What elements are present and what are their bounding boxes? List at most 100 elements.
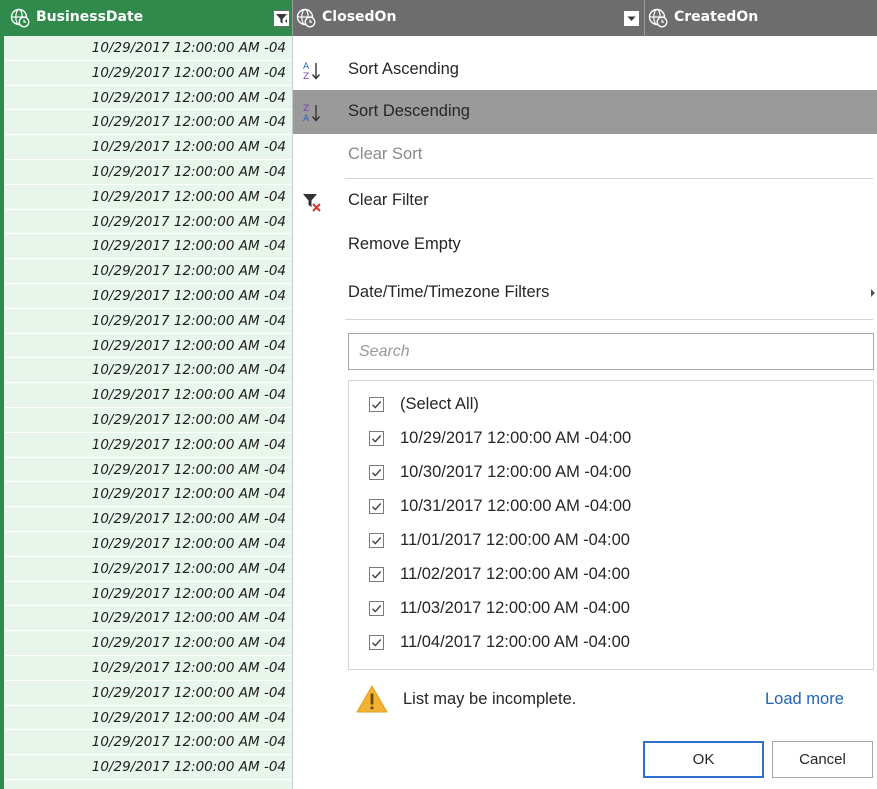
svg-text:A: A: [303, 114, 310, 124]
checkbox[interactable]: [369, 397, 384, 412]
businessdate-column-cells: 10/29/2017 12:00:00 AM -04 10/29/2017 12…: [0, 36, 293, 789]
incomplete-list-warning: List may be incomplete.: [403, 690, 577, 708]
table-cell[interactable]: 10/29/2017 12:00:00 AM -04: [4, 86, 292, 111]
checkmark-icon: [371, 638, 382, 647]
clear-filter-icon: [303, 194, 321, 212]
checkbox[interactable]: [369, 635, 384, 650]
sort-ascending-item[interactable]: A Z Sort Ascending: [293, 48, 877, 92]
table-cell[interactable]: 10/29/2017 12:00:00 AM -04: [4, 606, 292, 632]
column-header-label: ClosedOn: [322, 9, 397, 25]
chevron-down-icon: [627, 16, 636, 21]
table-cell[interactable]: 10/29/2017 12:00:00 AM -04: [4, 234, 292, 260]
sort-descending-item[interactable]: Z A Sort Descending: [293, 90, 877, 134]
table-cell[interactable]: 10/29/2017 12:00:00 AM -04: [4, 135, 292, 160]
table-cell[interactable]: 10/29/2017 12:00:00 AM -04: [4, 358, 292, 384]
menu-item-label: Sort Descending: [348, 102, 470, 120]
menu-item-label: Clear Sort: [348, 145, 423, 163]
checklist-item-label: 10/30/2017 12:00:00 AM -04:00: [400, 463, 632, 481]
menu-item-label: Remove Empty: [348, 235, 461, 253]
checklist-item[interactable]: (Select All): [349, 387, 873, 421]
checkmark-icon: [371, 570, 382, 579]
remove-empty-item[interactable]: Remove Empty: [293, 223, 877, 267]
table-cell[interactable]: 10/29/2017 12:00:00 AM -04: [4, 185, 292, 210]
load-more-link[interactable]: Load more: [765, 690, 844, 709]
table-cell[interactable]: 10/29/2017 12:00:00 AM -04: [4, 631, 292, 656]
checklist-item[interactable]: 11/02/2017 12:00:00 AM -04:00: [349, 557, 873, 591]
table-cell[interactable]: 10/29/2017 12:00:00 AM -04: [4, 532, 292, 557]
checklist-item-label: (Select All): [400, 395, 479, 413]
submenu-arrow-icon: [871, 289, 875, 297]
checkbox[interactable]: [369, 465, 384, 480]
column-header-label: BusinessDate: [36, 9, 144, 25]
checkbox[interactable]: [369, 533, 384, 548]
filter-dropdown-button[interactable]: [273, 10, 290, 27]
checklist-item-label: 11/02/2017 12:00:00 AM -04:00: [400, 565, 630, 583]
table-cell[interactable]: 10/29/2017 12:00:00 AM -04: [4, 383, 292, 408]
table-cell[interactable]: 10/29/2017 12:00:00 AM -04: [4, 730, 292, 756]
table-cell[interactable]: 10/29/2017 12:00:00 AM -04: [4, 36, 292, 61]
column-header-bar: BusinessDate ClosedOn CreatedOn: [0, 0, 877, 36]
table-cell[interactable]: 10/29/2017 12:00:00 AM -04: [4, 706, 292, 731]
column-filter-menu: A Z Sort Ascending Z A Sort Descending C…: [293, 36, 877, 789]
table-cell[interactable]: 10/29/2017 12:00:00 AM -04: [4, 433, 292, 458]
menu-separator: [345, 319, 873, 320]
table-cell[interactable]: 10/29/2017 12:00:00 AM -04: [4, 160, 292, 185]
checklist-item-label: 11/01/2017 12:00:00 AM -04:00: [400, 531, 630, 549]
column-header-createdon[interactable]: CreatedOn: [644, 0, 877, 36]
table-cell[interactable]: 10/29/2017 12:00:00 AM -04: [4, 681, 292, 706]
checkmark-icon: [371, 468, 382, 477]
table-cell[interactable]: 10/29/2017 12:00:00 AM -04: [4, 656, 292, 681]
table-cell[interactable]: 10/29/2017 12:00:00 AM -04: [4, 408, 292, 433]
table-cell[interactable]: 10/29/2017 12:00:00 AM -04: [4, 259, 292, 284]
column-header-label: CreatedOn: [674, 9, 759, 25]
menu-item-label: Sort Ascending: [348, 60, 459, 78]
svg-text:Z: Z: [303, 104, 309, 114]
checkmark-icon: [371, 400, 382, 409]
table-cell[interactable]: 10/29/2017 12:00:00 AM -04: [4, 482, 292, 508]
search-field[interactable]: [348, 333, 874, 370]
checklist-item[interactable]: 11/04/2017 12:00:00 AM -04:00: [349, 625, 873, 659]
checkbox[interactable]: [369, 499, 384, 514]
sort-ascending-icon: A Z: [303, 62, 321, 82]
table-cell[interactable]: 10/29/2017 12:00:00 AM -04: [4, 61, 292, 86]
checkmark-icon: [371, 434, 382, 443]
clear-sort-item[interactable]: Clear Sort: [293, 133, 877, 177]
checklist-item[interactable]: 10/31/2017 12:00:00 AM -04:00: [349, 489, 873, 523]
menu-item-label: Date/Time/Timezone Filters: [348, 283, 550, 301]
table-cell[interactable]: 10/29/2017 12:00:00 AM -04: [4, 309, 292, 334]
table-cell[interactable]: 10/29/2017 12:00:00 AM -04: [4, 210, 292, 235]
checklist-item[interactable]: 10/29/2017 12:00:00 AM -04:00: [349, 421, 873, 455]
checklist-item[interactable]: 10/30/2017 12:00:00 AM -04:00: [349, 455, 873, 489]
table-cell[interactable]: 10/29/2017 12:00:00 AM -04: [4, 582, 292, 607]
table-cell[interactable]: 10/29/2017 12:00:00 AM -04: [4, 334, 292, 359]
value-checklist[interactable]: (Select All) 10/29/2017 12:00:00 AM -04:…: [348, 380, 874, 670]
ok-button[interactable]: OK: [643, 741, 764, 778]
checklist-item-label: 11/03/2017 12:00:00 AM -04:00: [400, 599, 630, 617]
checkbox[interactable]: [369, 431, 384, 446]
table-cell[interactable]: 10/29/2017 12:00:00 AM -04: [4, 110, 292, 136]
checkmark-icon: [371, 536, 382, 545]
checklist-item-label: 10/29/2017 12:00:00 AM -04:00: [400, 429, 632, 447]
table-cell[interactable]: 10/29/2017 12:00:00 AM -04: [4, 755, 292, 780]
clear-filter-item[interactable]: Clear Filter: [293, 179, 877, 223]
globe-clock-icon: [296, 8, 316, 28]
checkmark-icon: [371, 604, 382, 613]
checklist-item-label: 10/31/2017 12:00:00 AM -04:00: [400, 497, 632, 515]
checkbox[interactable]: [369, 601, 384, 616]
search-input[interactable]: [349, 334, 873, 369]
table-cell[interactable]: 10/29/2017 12:00:00 AM -04: [4, 557, 292, 582]
table-cell[interactable]: 10/29/2017 12:00:00 AM -04: [4, 284, 292, 309]
globe-clock-icon: [648, 8, 668, 28]
column-dropdown-button[interactable]: [623, 10, 640, 27]
svg-text:Z: Z: [303, 72, 309, 82]
checklist-item[interactable]: 11/01/2017 12:00:00 AM -04:00: [349, 523, 873, 557]
table-cell[interactable]: 10/29/2017 12:00:00 AM -04: [4, 458, 292, 483]
checklist-item[interactable]: 11/03/2017 12:00:00 AM -04:00: [349, 591, 873, 625]
cancel-button[interactable]: Cancel: [772, 741, 873, 778]
checkbox[interactable]: [369, 567, 384, 582]
table-cell[interactable]: 10/29/2017 12:00:00 AM -04: [4, 507, 292, 532]
column-header-businessdate[interactable]: BusinessDate: [0, 0, 292, 36]
date-time-timezone-filters-item[interactable]: Date/Time/Timezone Filters: [293, 271, 877, 315]
svg-text:A: A: [303, 62, 310, 72]
column-header-closedon[interactable]: ClosedOn: [292, 0, 644, 36]
